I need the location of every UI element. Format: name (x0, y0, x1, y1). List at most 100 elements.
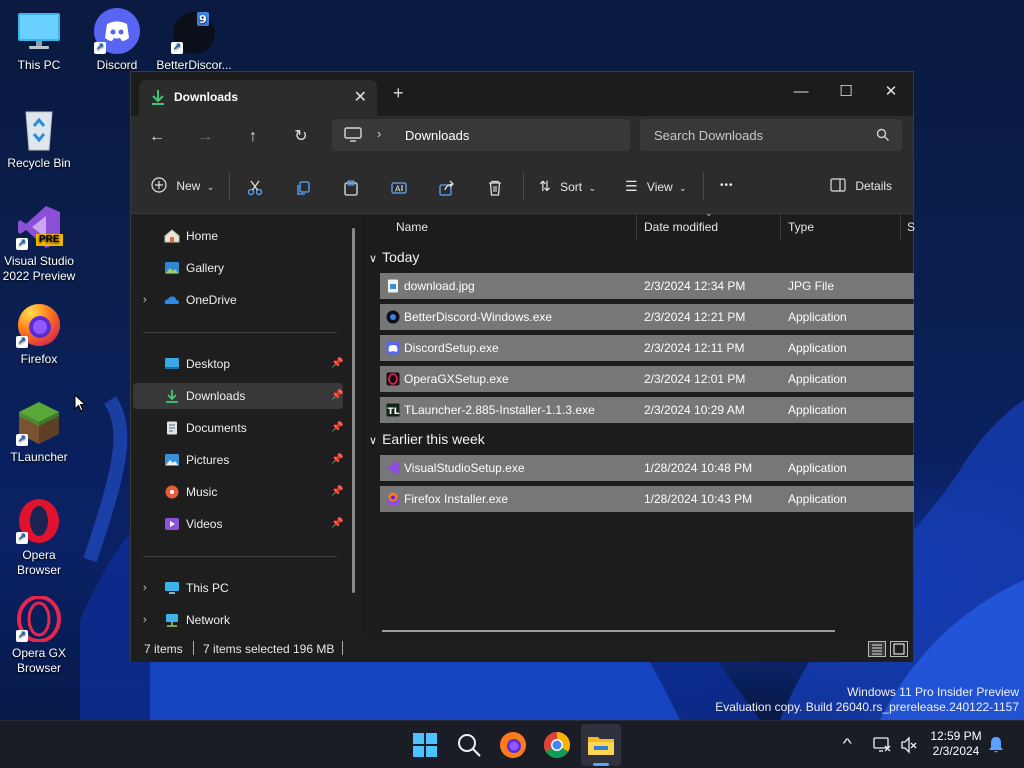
desktop-icon-recycle-bin[interactable]: Recycle Bin (1, 106, 77, 171)
sort-arrows-icon: ⇅ (539, 178, 551, 194)
sidebar-item-videos[interactable]: Videos 📌 (133, 511, 343, 537)
minimize-button[interactable]: — (778, 78, 824, 106)
file-row[interactable]: BetterDiscord-Windows.exe 2/3/2024 12:21… (380, 304, 914, 330)
up-button[interactable]: ↑ (239, 125, 267, 149)
pin-icon[interactable]: 📌 (331, 351, 343, 377)
pin-icon[interactable]: 📌 (331, 415, 343, 441)
chevron-down-icon: ⌄ (206, 182, 215, 192)
volume-muted-icon[interactable] (900, 736, 918, 754)
file-row[interactable]: DiscordSetup.exe 2/3/2024 12:11 PM Appli… (380, 335, 914, 361)
search-box[interactable]: Search Downloads (640, 119, 902, 151)
close-window-button[interactable]: ✕ (868, 78, 914, 106)
firefox-icon[interactable] (498, 730, 528, 760)
chevron-right-icon[interactable]: › (143, 607, 147, 633)
tray-overflow-chevron[interactable]: ^ (843, 735, 852, 751)
sidebar-item-desktop[interactable]: Desktop 📌 (133, 351, 343, 377)
new-tab-button[interactable]: + (393, 83, 404, 104)
pin-icon[interactable]: 📌 (331, 511, 343, 537)
column-divider[interactable] (900, 214, 901, 240)
paste-icon[interactable] (343, 178, 359, 198)
more-options-button[interactable]: ••• (720, 176, 734, 196)
file-type: Application (788, 403, 847, 417)
sidebar-item-label: Pictures (186, 453, 230, 467)
group-header-earlier-this-week[interactable]: ∨ Earlier this week (369, 427, 485, 451)
pin-icon[interactable]: 📌 (331, 383, 343, 409)
desktop-icon-visual-studio[interactable]: PRE ↗ Visual Studio 2022 Preview (1, 204, 77, 284)
sidebar-item-label: Gallery (186, 261, 225, 275)
column-header-name[interactable]: Name (396, 214, 428, 240)
chevron-right-icon[interactable]: › (143, 287, 147, 313)
column-header-type[interactable]: Type (788, 214, 814, 240)
file-row[interactable]: OperaGXSetup.exe 2/3/2024 12:01 PM Appli… (380, 366, 914, 392)
new-button[interactable]: New ⌄ (151, 176, 214, 196)
maximize-button[interactable]: ☐ (823, 78, 869, 106)
share-icon[interactable] (439, 178, 455, 198)
notification-bell-icon[interactable] (988, 736, 1004, 754)
group-header-today[interactable]: ∨ Today (369, 245, 419, 269)
tab-downloads[interactable]: Downloads ✕ (139, 80, 377, 116)
column-divider[interactable] (780, 214, 781, 240)
file-type: Application (788, 461, 847, 475)
system-clock[interactable]: 12:59 PM 2/3/2024 (925, 729, 987, 759)
column-header-size[interactable]: S (907, 214, 915, 240)
sidebar-item-downloads[interactable]: Downloads 📌 (133, 383, 343, 409)
file-name: TLauncher-2.885-Installer-1.1.3.exe (404, 403, 595, 417)
desktop-icon-tlauncher[interactable]: ↗ TLauncher (1, 400, 77, 465)
image-file-icon (388, 279, 398, 293)
desktop-icon-discord[interactable]: ↗ Discord (79, 8, 155, 73)
file-name: BetterDiscord-Windows.exe (404, 310, 553, 324)
tab-close-button[interactable]: ✕ (354, 87, 367, 107)
desktop-icon-opera[interactable]: ↗ Opera Browser (1, 498, 77, 578)
view-button[interactable]: ☰ View ⌄ (625, 176, 687, 196)
cut-icon[interactable] (247, 178, 263, 198)
sort-button[interactable]: ⇅ Sort ⌄ (539, 176, 596, 196)
column-divider[interactable] (636, 214, 637, 240)
breadcrumb-downloads[interactable]: Downloads (405, 128, 469, 143)
delete-trash-icon[interactable] (487, 178, 503, 198)
desktop-icon-firefox[interactable]: ↗ Firefox (1, 302, 77, 367)
network-icon (166, 614, 178, 627)
nav-pane-scrollbar[interactable] (352, 228, 355, 593)
details-view-toggle[interactable] (868, 641, 886, 657)
sidebar-item-gallery[interactable]: Gallery (133, 255, 343, 281)
shortcut-arrow-icon: ↗ (16, 434, 28, 446)
sidebar-item-pictures[interactable]: Pictures 📌 (133, 447, 343, 473)
desktop-icon-betterdiscord[interactable]: 9 ↗ BetterDiscor... (156, 8, 232, 73)
onedrive-cloud-icon (164, 296, 179, 304)
copy-icon[interactable] (295, 178, 311, 198)
rename-icon[interactable]: A (391, 178, 407, 198)
file-row[interactable]: TL TLauncher-2.885-Installer-1.1.3.exe 2… (380, 397, 914, 423)
search-input[interactable]: Search Downloads (654, 128, 763, 143)
forward-button[interactable]: → (191, 125, 219, 149)
chrome-icon[interactable] (542, 730, 572, 760)
breadcrumb-separator[interactable]: › (377, 126, 381, 141)
file-explorer-icon[interactable] (586, 730, 616, 760)
pin-icon[interactable]: 📌 (331, 479, 343, 505)
file-row[interactable]: Firefox Installer.exe 1/28/2024 10:43 PM… (380, 486, 914, 512)
toolbar-divider (229, 172, 230, 200)
desktop-icon-opera-gx[interactable]: ↗ Opera GX Browser (1, 595, 77, 676)
details-pane-button[interactable]: Details (830, 176, 892, 196)
windows-start-icon[interactable] (410, 730, 440, 760)
sidebar-item-onedrive[interactable]: › OneDrive (133, 287, 343, 313)
sidebar-item-home[interactable]: Home (133, 223, 343, 249)
this-pc-icon (165, 582, 179, 594)
desktop-icon-this-pc[interactable]: This PC (1, 8, 77, 73)
sidebar-item-documents[interactable]: Documents 📌 (133, 415, 343, 441)
file-row[interactable]: download.jpg 2/3/2024 12:34 PM JPG File (380, 273, 914, 299)
group-title: Earlier this week (382, 431, 485, 447)
search-icon[interactable] (454, 730, 484, 760)
tiles-view-icon (893, 643, 905, 655)
horizontal-scrollbar[interactable] (382, 630, 835, 632)
network-status-icon[interactable] (873, 736, 891, 754)
refresh-button[interactable]: ↻ (287, 125, 315, 149)
address-bar[interactable]: › Downloads (332, 119, 630, 151)
tiles-view-toggle[interactable] (890, 641, 908, 657)
chevron-right-icon[interactable]: › (143, 575, 147, 601)
pin-icon[interactable]: 📌 (331, 447, 343, 473)
back-button[interactable]: ← (143, 125, 171, 149)
sidebar-item-this-pc[interactable]: › This PC (133, 575, 343, 601)
sidebar-item-network[interactable]: › Network (133, 607, 343, 633)
sidebar-item-music[interactable]: Music 📌 (133, 479, 343, 505)
file-row[interactable]: VisualStudioSetup.exe 1/28/2024 10:48 PM… (380, 455, 914, 481)
